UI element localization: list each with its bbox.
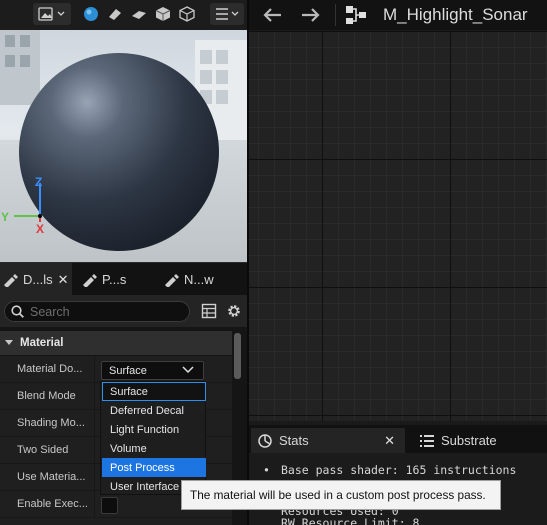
pencil-icon [4,273,18,287]
sphere-icon [84,7,98,21]
tab-substrate-label: Substrate [441,433,497,448]
teapot-icon [179,6,195,22]
tab-details-label: D...ls [23,272,53,287]
chevron-down-icon [182,366,194,374]
stats-icon [258,433,272,448]
plane-icon [132,11,146,19]
tooltip: The material will be used in a custom po… [181,480,501,510]
tab-node-label: N...w [184,272,214,287]
table-icon [201,303,217,319]
viewport-options-button[interactable] [33,3,71,25]
column-divider [94,437,95,464]
column-divider [94,410,95,437]
dropdown-option-light-function[interactable]: Light Function [102,420,206,439]
column-divider [94,356,95,383]
enable-execution-checkbox[interactable] [101,497,118,514]
stats-line: RW Resource Limit: 8 [281,516,420,525]
column-divider [94,491,95,518]
material-domain-combobox[interactable]: Surface [101,361,204,380]
tab-parameters[interactable]: P...s [81,263,153,296]
forward-button[interactable] [300,6,322,27]
dropdown-option-post-process[interactable]: Post Process [102,458,206,477]
details-scrollbar[interactable] [234,333,241,379]
axis-y-label: Y [1,210,9,224]
preview-cube-button[interactable] [152,3,174,25]
close-icon[interactable]: ✕ [384,433,395,449]
stats-line: Base pass shader: 165 instructions [281,463,517,477]
axis-gizmo: Z Y X [1,175,44,236]
list-icon [420,434,434,447]
tooltip-text: The material will be used in a custom po… [190,488,486,502]
left-panel: Z Y X D...ls ✕ P...s N...w Search Materi… [0,0,247,525]
column-divider [94,383,95,410]
details-search-row: Search [0,295,247,327]
property-label: Two Sided [17,444,69,456]
preview-sphere-button[interactable] [80,3,102,25]
property-label: Use Materia... [17,471,86,483]
gear-icon [228,305,240,317]
search-icon [11,305,24,318]
material-domain-dropdown: Surface Deferred Decal Light Function Vo… [100,381,206,495]
dropdown-option-surface[interactable]: Surface [102,382,206,401]
hamburger-menu-button[interactable] [210,3,244,25]
column-divider [94,464,95,491]
triangle-down-icon [5,340,13,345]
pencil-icon [83,273,97,287]
back-button[interactable] [261,6,283,27]
settings-button[interactable] [226,303,242,322]
dropdown-option-volume[interactable]: Volume [102,439,206,458]
tab-node[interactable]: N...w [163,263,233,296]
cylinder-icon [109,9,121,20]
stats-tab-bar: Stats ✕ Substrate [249,425,547,453]
axis-x-label: X [36,222,44,236]
bullet-icon: • [263,463,270,477]
tab-details[interactable]: D...ls ✕ [0,263,72,296]
graph-header: M_Highlight_Sonar [249,0,547,30]
property-label: Shading Mo... [17,417,85,429]
hierarchy-icon [345,5,367,28]
tab-stats[interactable]: Stats ✕ [251,428,405,453]
arrow-left-icon [263,8,281,22]
details-tab-bar: D...ls ✕ P...s N...w [0,262,247,296]
viewport-toolbar [0,0,247,30]
preview-mesh-button[interactable] [176,3,198,25]
category-label: Material [20,337,64,349]
search-input[interactable]: Search [4,301,190,322]
header-divider [335,4,336,26]
property-label: Enable Exec... [17,498,88,510]
preview-cylinder-button[interactable] [104,3,126,25]
hamburger-icon [216,8,239,20]
material-category-header[interactable]: Material [0,331,232,355]
arrow-right-icon [302,8,320,22]
dropdown-option-deferred-decal[interactable]: Deferred Decal [102,401,206,420]
material-graph-canvas[interactable] [249,31,547,421]
preview-plane-button[interactable] [128,3,150,25]
search-placeholder: Search [30,304,70,319]
property-label: Material Do... [17,363,83,375]
material-preview-viewport[interactable]: Z Y X [0,30,247,262]
pencil-icon [165,273,179,287]
close-icon[interactable]: ✕ [58,272,69,288]
material-domain-value: Surface [109,364,147,377]
graph-title: M_Highlight_Sonar [383,5,528,24]
property-label: Blend Mode [17,390,76,402]
tab-stats-label: Stats [279,433,309,448]
tab-substrate[interactable]: Substrate [419,428,539,453]
tab-parameters-label: P...s [102,272,127,287]
picture-icon [38,7,65,21]
table-view-button[interactable] [201,303,217,322]
cube-icon [155,7,171,21]
axis-z-label: Z [35,175,42,189]
